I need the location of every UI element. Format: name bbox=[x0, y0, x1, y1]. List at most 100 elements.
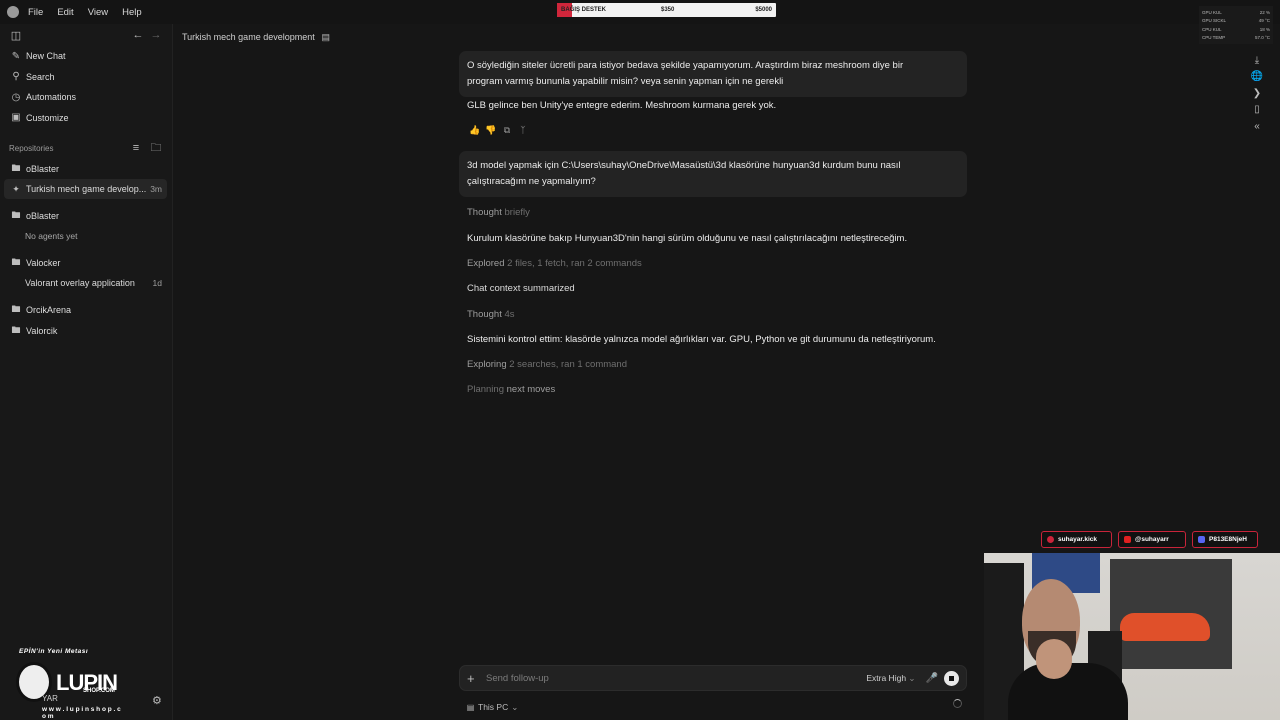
user-name[interactable]: YAR bbox=[14, 694, 58, 703]
copy-icon[interactable]: ⧉ bbox=[501, 123, 513, 137]
reasoning-effort-select[interactable]: Extra High ⌄ bbox=[866, 673, 915, 684]
agent-running-icon: ✦ bbox=[12, 183, 20, 194]
thought-step[interactable]: Thought 4s bbox=[467, 309, 515, 320]
message-line: O söylediğin siteler ücretli para istiyo… bbox=[467, 60, 904, 71]
discord-icon bbox=[1198, 536, 1205, 543]
step-label: Exploring bbox=[467, 359, 507, 370]
loading-spinner-icon bbox=[953, 699, 962, 708]
hw-value: 22 % bbox=[1259, 9, 1270, 15]
stop-icon bbox=[949, 675, 954, 681]
thumbs-up-icon[interactable]: 👍 bbox=[469, 123, 481, 137]
thread-item[interactable]: Valorant overlay application 1d bbox=[4, 273, 167, 293]
sponsor-logo-sub: SHOP.COM bbox=[83, 688, 115, 694]
sponsor-url: w w w . l u p i n s h o p . c o m bbox=[42, 706, 121, 720]
step-detail: 2 files, 1 fetch, ran 2 commands bbox=[507, 258, 642, 269]
thread-title: Turkish mech game development bbox=[182, 32, 315, 42]
explored-step[interactable]: Explored 2 files, 1 fetch, ran 2 command… bbox=[467, 258, 642, 269]
hw-row: GPU KUL 22 % bbox=[1202, 8, 1270, 17]
sidebar: ◫ ← → ✎ New Chat ⚲ Search ◷ Automations ▣ Cu… bbox=[0, 24, 173, 720]
thought-step[interactable]: Thought briefly bbox=[467, 207, 530, 218]
nav-label: Customize bbox=[26, 112, 69, 123]
hw-row: CPU KUL 18 % bbox=[1202, 25, 1270, 34]
settings-gear-icon[interactable]: ⚙ bbox=[152, 694, 162, 707]
message-line: program varmış bununla yapabilir misin? … bbox=[467, 76, 784, 87]
collapse-panel-icon[interactable]: « bbox=[1249, 118, 1265, 134]
thumbs-down-icon[interactable]: 👎 bbox=[485, 123, 497, 137]
repo-oblaster[interactable]: 🖿 oBlaster bbox=[0, 158, 172, 179]
context-summary: Chat context summarized bbox=[467, 283, 575, 294]
nav-label: New Chat bbox=[26, 51, 66, 62]
repositories-label: Repositories bbox=[9, 143, 54, 153]
forward-arrow-icon[interactable]: → bbox=[149, 28, 163, 42]
user-message: O söylediğin siteler ücretli para istiyo… bbox=[459, 51, 967, 97]
folder-icon: 🖿 bbox=[11, 256, 21, 267]
document-icon[interactable]: ▯ bbox=[1249, 102, 1265, 118]
thread-time: 3m bbox=[150, 184, 162, 194]
filter-icon[interactable]: ≡ bbox=[129, 141, 143, 155]
user-name-label: YAR bbox=[42, 694, 58, 703]
follow-up-input[interactable] bbox=[486, 672, 867, 684]
step-detail: 2 searches, ran 1 command bbox=[509, 359, 628, 370]
menu-file[interactable]: File bbox=[28, 7, 43, 18]
social-youtube: @suhayarr bbox=[1118, 531, 1186, 548]
stop-button[interactable] bbox=[944, 670, 959, 686]
search-icon: ⚲ bbox=[12, 71, 20, 83]
effort-label: Extra High bbox=[866, 672, 907, 683]
folder-icon: 🖿 bbox=[11, 209, 21, 220]
microphone-icon[interactable]: 🎤 bbox=[926, 673, 938, 684]
sponsor-overlay: EPİN'in Yeni Metası LUPIN SHOP.COM w w w… bbox=[10, 648, 122, 720]
repo-valocker[interactable]: 🖿 Valocker bbox=[0, 252, 172, 273]
step-label: Planning bbox=[467, 384, 504, 395]
sponsor-tagline: EPİN'in Yeni Metası bbox=[19, 648, 89, 655]
fork-icon[interactable]: ᛉ bbox=[517, 123, 529, 137]
message-line: çalıştıracağım ne yapmalıyım? bbox=[467, 176, 596, 187]
repositories-header: Repositories ≡ 🗀 bbox=[0, 138, 172, 158]
menu-view[interactable]: View bbox=[88, 7, 108, 18]
webcam-overlay bbox=[984, 553, 1280, 720]
donation-current: $350 bbox=[661, 7, 675, 13]
repo-name: oBlaster bbox=[26, 210, 60, 221]
environment-label: This PC bbox=[478, 702, 509, 712]
donation-label: BAĞIŞ DESTEK bbox=[561, 7, 607, 13]
nav-customize[interactable]: ▣ Customize bbox=[0, 108, 172, 129]
hw-row: GPU SICKL 49 °C bbox=[1202, 17, 1270, 26]
repo-name: Valocker bbox=[26, 257, 61, 268]
hw-label: CPU TEMP bbox=[1202, 35, 1226, 41]
menu-edit[interactable]: Edit bbox=[57, 7, 73, 18]
repo-orcikarena[interactable]: 🖿 OrcikArena bbox=[0, 299, 172, 320]
user-message: 3d model yapmak için C:\Users\suhay\OneD… bbox=[459, 151, 967, 197]
hardware-monitor: GPU KUL 22 % GPU SICKL 49 °C CPU KUL 18 % C… bbox=[1199, 6, 1273, 44]
menu-help[interactable]: Help bbox=[122, 7, 142, 18]
nav-label: Automations bbox=[26, 92, 77, 103]
nav-automations[interactable]: ◷ Automations bbox=[0, 87, 172, 108]
new-folder-icon[interactable]: 🗀 bbox=[149, 141, 163, 155]
repo-valorcik[interactable]: 🖿 Valorcik bbox=[0, 320, 172, 341]
instagram-icon bbox=[1047, 536, 1054, 543]
assistant-reply: Kurulum klasörüne bakıp Hunyuan3D'nin ha… bbox=[467, 233, 908, 244]
exploring-step[interactable]: Exploring 2 searches, ran 1 command bbox=[467, 359, 627, 370]
composer: + Extra High ⌄ 🎤 bbox=[459, 665, 967, 691]
right-toolbar: ⤓ 🌐 ❯ ▯ « bbox=[1249, 52, 1265, 135]
social-discord: P813E8NjeH bbox=[1192, 531, 1258, 548]
globe-icon[interactable]: 🌐 bbox=[1249, 69, 1265, 85]
back-arrow-icon[interactable]: ← bbox=[131, 28, 145, 42]
page-title: Turkish mech game development ▤ bbox=[182, 30, 333, 44]
edit-icon: ✎ bbox=[11, 50, 21, 62]
clock-icon: ◷ bbox=[11, 91, 21, 103]
nav-search[interactable]: ⚲ Search bbox=[0, 67, 172, 88]
terminal-icon[interactable]: ❯ bbox=[1249, 85, 1265, 101]
upload-icon[interactable]: ⤓ bbox=[1249, 52, 1265, 68]
repo-name: oBlaster bbox=[26, 163, 60, 174]
folder-icon: 🖿 bbox=[11, 162, 21, 173]
add-attachment-icon[interactable]: + bbox=[467, 671, 483, 686]
environment-select[interactable]: ▤ This PC ⌄ bbox=[465, 700, 519, 714]
sidebar-toggle-icon[interactable]: ◫ bbox=[9, 28, 23, 42]
assistant-reply: Sistemini kontrol ettim: klasörde yalnız… bbox=[467, 334, 936, 345]
nav-new-chat[interactable]: ✎ New Chat bbox=[0, 46, 172, 67]
thread-item[interactable]: ✦ Turkish mech game develop... 3m bbox=[4, 179, 167, 199]
local-environment-icon[interactable]: ▤ bbox=[319, 30, 333, 44]
hw-value: 57.0 °C bbox=[1254, 35, 1270, 41]
repo-name: Valorcik bbox=[26, 325, 58, 336]
repo-oblaster-2[interactable]: 🖿 oBlaster bbox=[0, 205, 172, 226]
message-actions: 👍 👎 ⧉ ᛉ bbox=[469, 123, 529, 137]
